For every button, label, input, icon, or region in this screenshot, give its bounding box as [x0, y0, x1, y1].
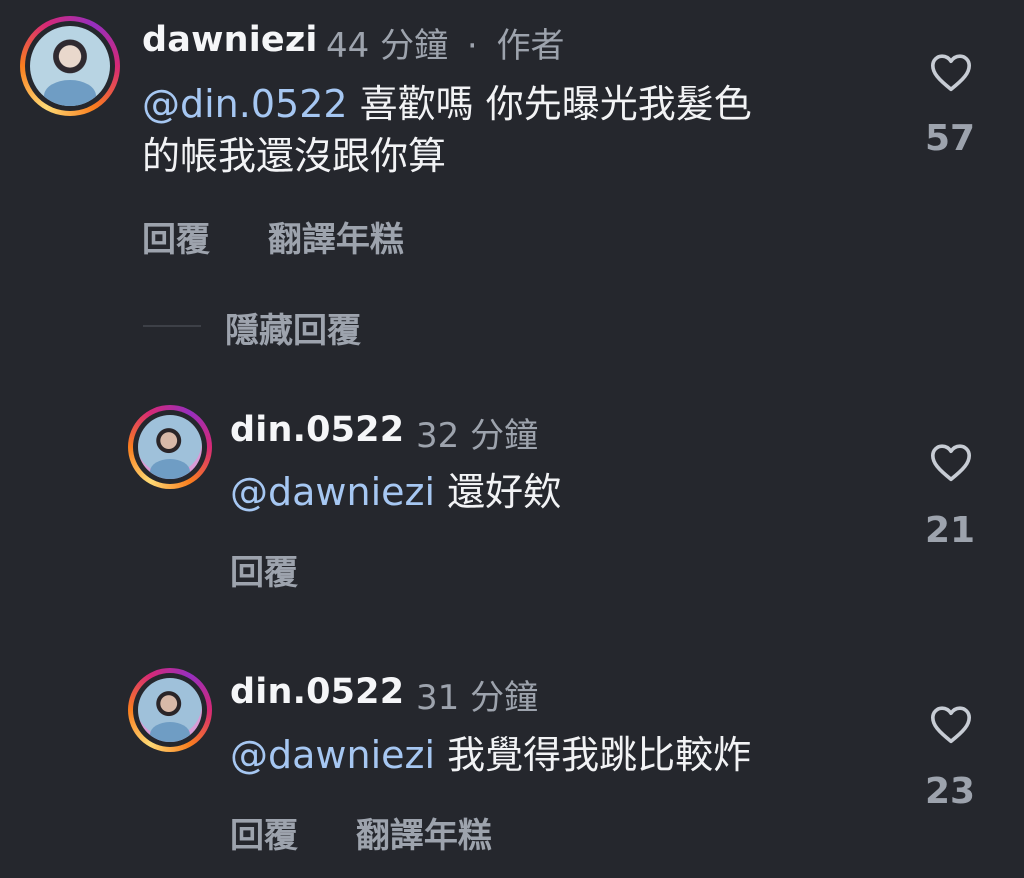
comment-actions: 回覆 翻譯年糕	[142, 212, 450, 261]
comment-time: 32 分鐘	[416, 416, 539, 456]
mention-link[interactable]: @din.0522	[142, 82, 348, 126]
comment-time: 31 分鐘	[416, 678, 539, 718]
comment-actions: 回覆	[230, 545, 344, 594]
translate-button[interactable]: 翻譯年糕	[268, 220, 404, 260]
like-count: 57	[924, 118, 976, 159]
mention-link[interactable]: @dawniezi	[230, 733, 435, 777]
like-count: 21	[924, 510, 976, 551]
avatar[interactable]	[128, 405, 212, 489]
reply-button[interactable]: 回覆	[230, 553, 298, 593]
translate-button[interactable]: 翻譯年糕	[356, 816, 492, 856]
profile-photo	[138, 415, 202, 479]
like-count: 23	[924, 771, 976, 812]
author-badge: 作者	[496, 26, 565, 66]
comment-text: @din.0522 喜歡嗎 你先曝光我髮色 的帳我還沒跟你算	[142, 78, 902, 182]
profile-photo	[30, 26, 110, 106]
comment-text: @dawniezi 我覺得我跳比較炸	[230, 729, 910, 781]
profile-photo	[138, 678, 202, 742]
hide-replies-button[interactable]: 隱藏回覆	[225, 303, 361, 352]
comment-username[interactable]: din.0522	[230, 410, 404, 450]
heart-icon[interactable]	[929, 704, 973, 744]
comment-text-line-2: 的帳我還沒跟你算	[142, 134, 447, 178]
comment-username[interactable]: dawniezi	[142, 20, 318, 60]
comment-meta: 44 分鐘 · 作者	[326, 18, 565, 67]
comment-meta: 32 分鐘	[416, 408, 538, 457]
comment-text: @dawniezi 還好欸	[230, 466, 880, 518]
comment-text-line-1: 還好欸	[435, 470, 562, 514]
heart-icon[interactable]	[929, 442, 973, 482]
heart-icon[interactable]	[929, 52, 973, 92]
comment-actions: 回覆 翻譯年糕	[230, 808, 538, 857]
comment-text-line-1: 喜歡嗎 你先曝光我髮色	[347, 82, 752, 126]
reply-button[interactable]: 回覆	[142, 220, 210, 260]
comment-username[interactable]: din.0522	[230, 672, 404, 712]
reply-button[interactable]: 回覆	[230, 816, 298, 856]
avatar[interactable]	[128, 668, 212, 752]
meta-separator: ·	[466, 26, 478, 66]
comment-text-line-1: 我覺得我跳比較炸	[435, 733, 752, 777]
divider-line	[143, 325, 201, 327]
mention-link[interactable]: @dawniezi	[230, 470, 435, 514]
comment-time: 44 分鐘	[326, 26, 449, 66]
comment-meta: 31 分鐘	[416, 670, 538, 719]
avatar[interactable]	[20, 16, 120, 116]
